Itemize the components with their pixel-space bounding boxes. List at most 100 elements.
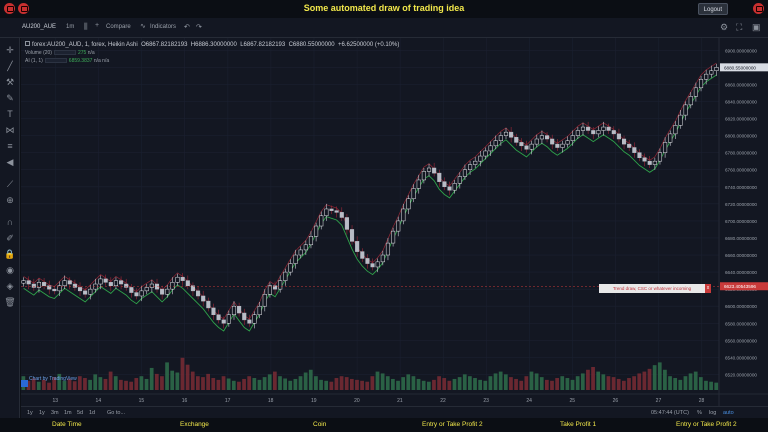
tradingview-logo-icon (21, 380, 28, 387)
pitchfork-icon[interactable]: ⚒ (4, 76, 16, 88)
candle-body (344, 217, 349, 230)
time-tick-label: 24 (526, 398, 532, 404)
candle-body (709, 70, 714, 75)
candle-body (452, 183, 457, 191)
logout-button[interactable]: Logout (697, 3, 728, 15)
footer-date-time[interactable]: Date Time (52, 421, 82, 428)
trash-icon[interactable]: 🗑 (4, 296, 16, 308)
fullscreen-icon[interactable]: ⛶ (736, 22, 742, 33)
volume-bar (514, 378, 518, 390)
redo-icon[interactable]: ↷ (196, 23, 202, 31)
volume-bar (237, 381, 241, 390)
symbol-search[interactable]: AU200_AUE (22, 24, 56, 30)
candle-body (442, 181, 447, 188)
chart-type-icon[interactable]: ⫼ (84, 22, 88, 32)
footer-take-profit-1[interactable]: Take Profit 1 (560, 421, 596, 428)
log-toggle[interactable]: log (709, 410, 716, 416)
fib-icon[interactable]: ≡ (4, 140, 16, 152)
text-icon[interactable]: T (4, 108, 16, 120)
legend-low: L6867.82182193 (240, 42, 286, 48)
candle-body (119, 280, 124, 285)
candle-body (570, 135, 575, 141)
candle-body (606, 126, 611, 131)
volume-bar (36, 381, 41, 390)
interval-select[interactable]: 1m (66, 24, 74, 30)
volume-settings-icon[interactable] (53, 50, 76, 56)
main-legend: forex:AU200_AUD, 1, forex, Heikin Ashi O… (25, 41, 399, 48)
candle-body (72, 283, 77, 288)
ai-settings-icon[interactable] (44, 58, 67, 64)
compare-button[interactable]: Compare (106, 24, 131, 30)
volume-bar (175, 372, 180, 390)
gear-icon[interactable]: ⚙ (720, 22, 728, 33)
volume-bar (462, 374, 467, 390)
footer-coin[interactable]: Coin (313, 421, 326, 428)
annotation-close-button[interactable]: x (705, 284, 711, 293)
volume-bar (545, 379, 549, 390)
pattern-icon[interactable]: ⋈ (4, 124, 16, 136)
candle-body (334, 210, 339, 213)
candle-body (262, 294, 267, 307)
candle-body (103, 278, 108, 283)
footer-entry-tp2-a[interactable]: Entry or Take Profit 2 (422, 421, 483, 428)
candle-body (375, 261, 380, 268)
candle-body (185, 280, 190, 286)
footer-exchange[interactable]: Exchange (180, 421, 209, 428)
price-tick-label: 6780.00000000 (725, 151, 757, 156)
settings-icon[interactable] (753, 3, 764, 14)
ruler-icon[interactable]: ⟋ (4, 178, 16, 190)
range-6[interactable]: 1d (89, 410, 95, 416)
candle-body (98, 278, 103, 285)
annotation-label[interactable]: Trend draw, CSC or whatever incoming (599, 284, 705, 293)
clock: 05:47:44 (UTC) (651, 410, 689, 416)
candle-body (396, 220, 401, 232)
layers-icon[interactable]: ◈ (4, 280, 16, 292)
eye-icon[interactable]: ◉ (4, 264, 16, 276)
auto-toggle[interactable]: auto (723, 410, 734, 416)
candle-body (206, 300, 211, 309)
candle-body (108, 282, 113, 286)
range-3[interactable]: 3m (51, 410, 59, 416)
indicators-icon[interactable]: ∿ (140, 22, 146, 30)
candle-body (175, 276, 180, 283)
crosshair-icon[interactable]: ✛ (4, 44, 16, 56)
volume-bar (534, 373, 539, 390)
volume-bar (298, 376, 303, 390)
range-1[interactable]: 1y (27, 410, 33, 416)
footer-entry-tp2-b[interactable]: Entry or Take Profit 2 (676, 421, 737, 428)
candle-body (216, 314, 221, 321)
snapshot-icon[interactable]: ▣ (752, 22, 761, 33)
brush-icon[interactable]: ✎ (4, 92, 16, 104)
compare-icon[interactable]: + (95, 22, 99, 29)
candle-body (380, 254, 385, 263)
lock-icon[interactable]: 🔒 (4, 248, 16, 260)
goto-button[interactable]: Go to... (107, 410, 125, 416)
zoom-icon[interactable]: ⊕ (4, 194, 16, 206)
range-5[interactable]: 5d (77, 410, 83, 416)
candle-body (519, 142, 524, 147)
undo-icon[interactable]: ↶ (184, 23, 190, 31)
indicators-button[interactable]: Indicators (150, 24, 176, 30)
trendline-icon[interactable]: ╱ (4, 60, 16, 72)
volume-label: Volume (20) (25, 50, 52, 56)
candle-body (31, 283, 36, 288)
magnet-icon[interactable]: ∩ (4, 216, 16, 228)
stay-drawing-icon[interactable]: ✐ (4, 232, 16, 244)
candle-body (231, 305, 237, 315)
percent-toggle[interactable]: % (697, 410, 702, 416)
candle-body (170, 282, 175, 290)
volume-bar (139, 376, 144, 390)
chart-canvas[interactable]: 6900.000000006880.000000006860.000000006… (21, 38, 768, 406)
volume-bar (652, 365, 657, 390)
volume-bar (698, 377, 703, 390)
volume-value: 275 (77, 50, 87, 56)
top-bar: Some automated draw of trading idea Logo… (0, 0, 768, 18)
watermark[interactable]: Chart by TradingView (29, 376, 77, 382)
range-4[interactable]: 1m (64, 410, 72, 416)
candle-body (67, 280, 72, 285)
chart-pane[interactable]: 6900.000000006880.000000006860.000000006… (21, 38, 768, 406)
range-2[interactable]: 1y (39, 410, 45, 416)
arrow-left-icon[interactable]: ◀ (4, 156, 16, 168)
price-tick-label: 6580.00000000 (725, 321, 757, 326)
last-price-label: 6880.55000000 (724, 65, 756, 70)
